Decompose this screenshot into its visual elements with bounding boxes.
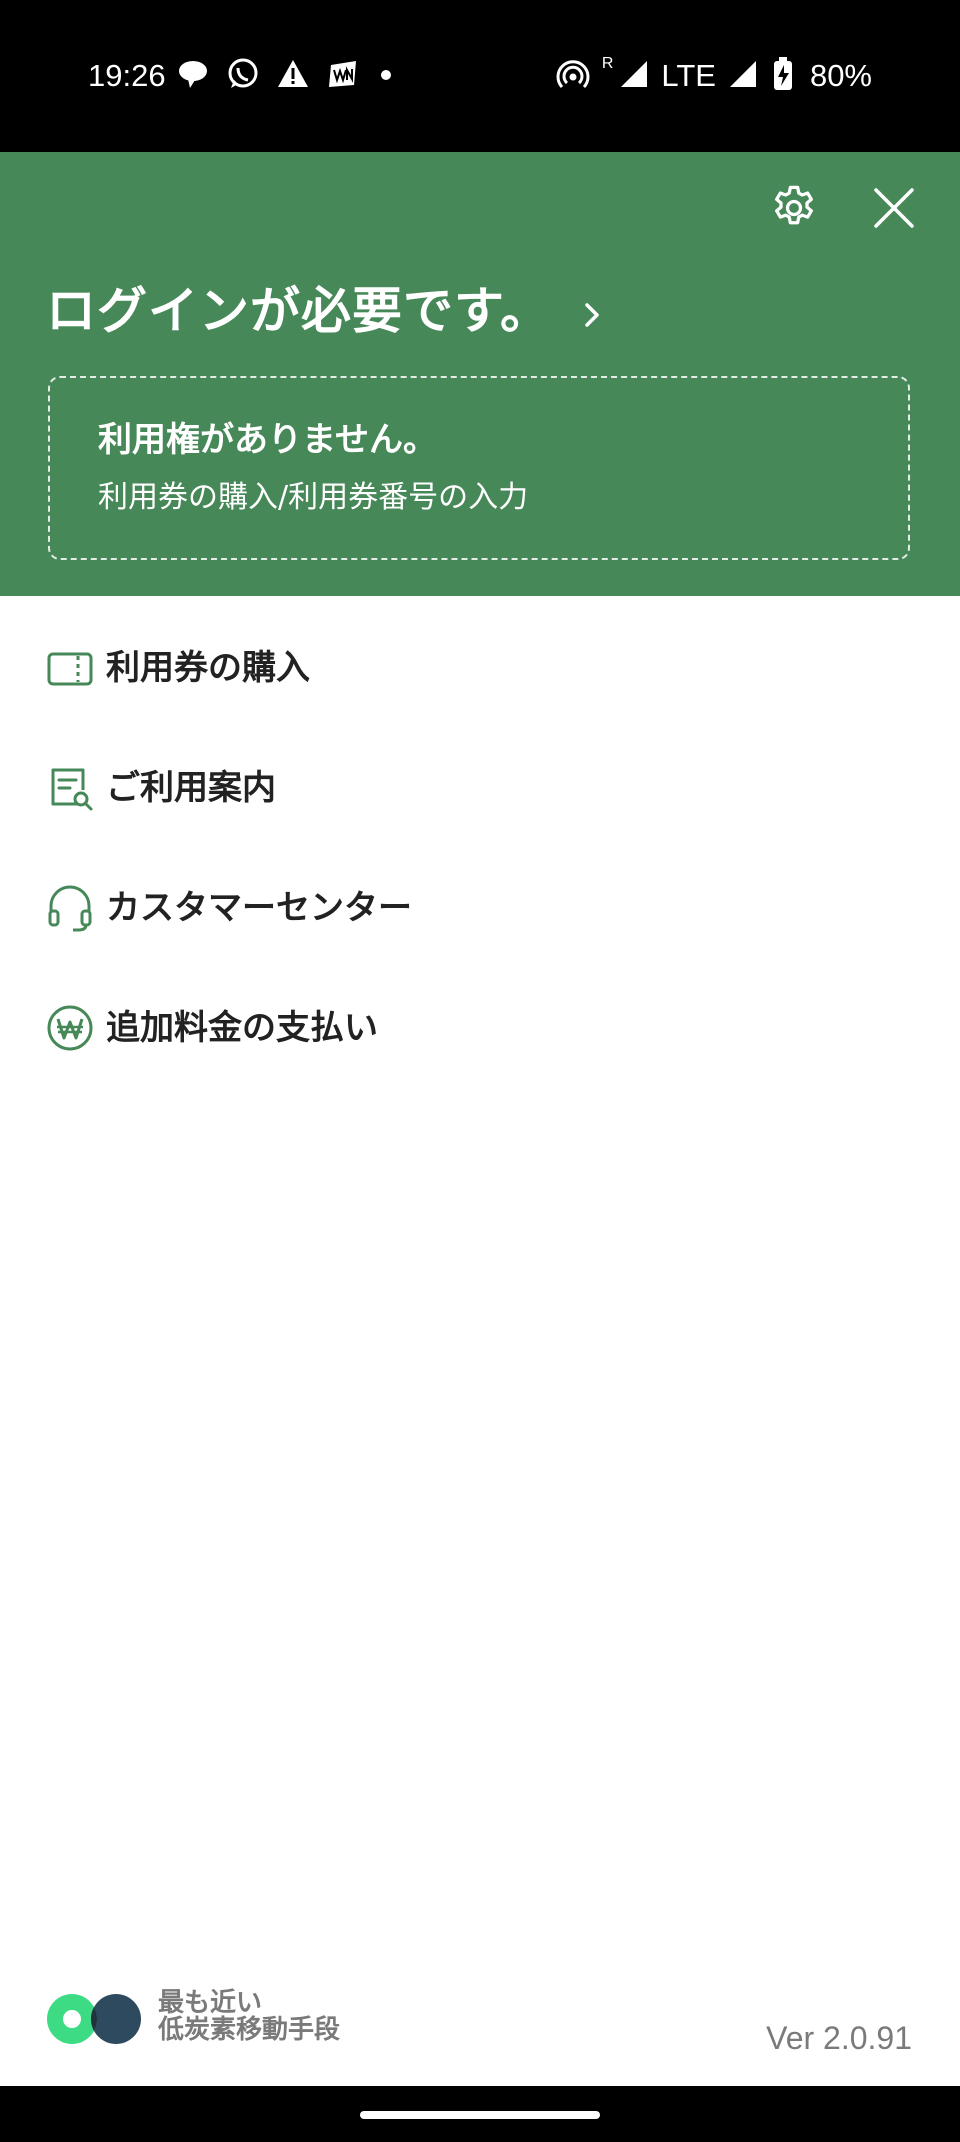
app-version: Ver 2.0.91: [766, 2020, 912, 2056]
close-button[interactable]: [862, 178, 926, 242]
settings-button[interactable]: [762, 178, 826, 242]
notification-icons: [176, 58, 396, 94]
battery-level: 80%: [809, 58, 872, 93]
status-time: 19:26: [88, 58, 166, 93]
signal-icon: [728, 59, 758, 93]
roaming-indicator: R: [601, 55, 614, 72]
signal-roaming-icon: [619, 59, 649, 93]
ticket-status-box[interactable]: 利用権がありません。 利用券の購入/利用券番号の入力: [48, 376, 910, 560]
brand-logo: [46, 1990, 146, 2048]
battery-charging-icon: [770, 56, 798, 96]
menu-item-extra-payment[interactable]: 追加料金の支払い: [0, 968, 960, 1088]
system-nav-bar: [0, 2086, 960, 2142]
status-right: R LTE 80%: [556, 55, 872, 96]
drawer-header: ログインが必要です。 利用権がありません。 利用券の購入/利用券番号の入力: [0, 152, 960, 596]
home-gesture-handle[interactable]: [360, 2111, 600, 2119]
guide-document-icon: [46, 764, 94, 812]
status-bar: 19:26 R LTE 80%: [0, 0, 960, 152]
won-coin-icon: [46, 1004, 94, 1052]
login-title: ログインが必要です。: [46, 282, 551, 340]
headset-icon: [46, 884, 94, 932]
ticket-icon: [46, 644, 94, 692]
more-dot-icon: [376, 57, 396, 95]
ticket-status-title: 利用権がありません。: [98, 420, 437, 460]
drawer-menu: 利用券の購入 ご利用案内 カスタマーセンター 追加料金の支払い: [0, 596, 960, 1088]
menu-item-customer-center[interactable]: カスタマーセンター: [0, 848, 960, 968]
warning-icon: [276, 57, 310, 95]
chevron-right-icon: [581, 297, 605, 333]
ticket-status-subtitle: 利用券の購入/利用券番号の入力: [98, 480, 529, 515]
menu-label: 追加料金の支払い: [106, 1008, 378, 1048]
network-type: LTE: [661, 58, 716, 93]
hotspot-icon: [556, 57, 590, 95]
menu-label: ご利用案内: [106, 768, 276, 808]
login-link[interactable]: ログインが必要です。: [46, 278, 605, 344]
gear-icon: [768, 182, 820, 238]
chat-bubble-icon: [176, 57, 210, 95]
menu-item-guide[interactable]: ご利用案内: [0, 728, 960, 848]
brand-tagline-line1: 最も近い: [158, 1988, 263, 2018]
whatsapp-icon: [226, 57, 260, 95]
menu-label: カスタマーセンター: [106, 888, 412, 928]
menu-item-buy-ticket[interactable]: 利用券の購入: [0, 608, 960, 728]
screen: 19:26 R LTE 80% ログインが必要です。 利用権がありません。 利用…: [0, 0, 960, 2142]
news-app-icon: [326, 57, 360, 95]
close-icon: [872, 186, 916, 234]
menu-label: 利用券の購入: [106, 648, 310, 688]
brand-tagline: 最も近い 低炭素移動手段: [158, 1990, 340, 2044]
brand-tagline-line2: 低炭素移動手段: [158, 2015, 341, 2045]
